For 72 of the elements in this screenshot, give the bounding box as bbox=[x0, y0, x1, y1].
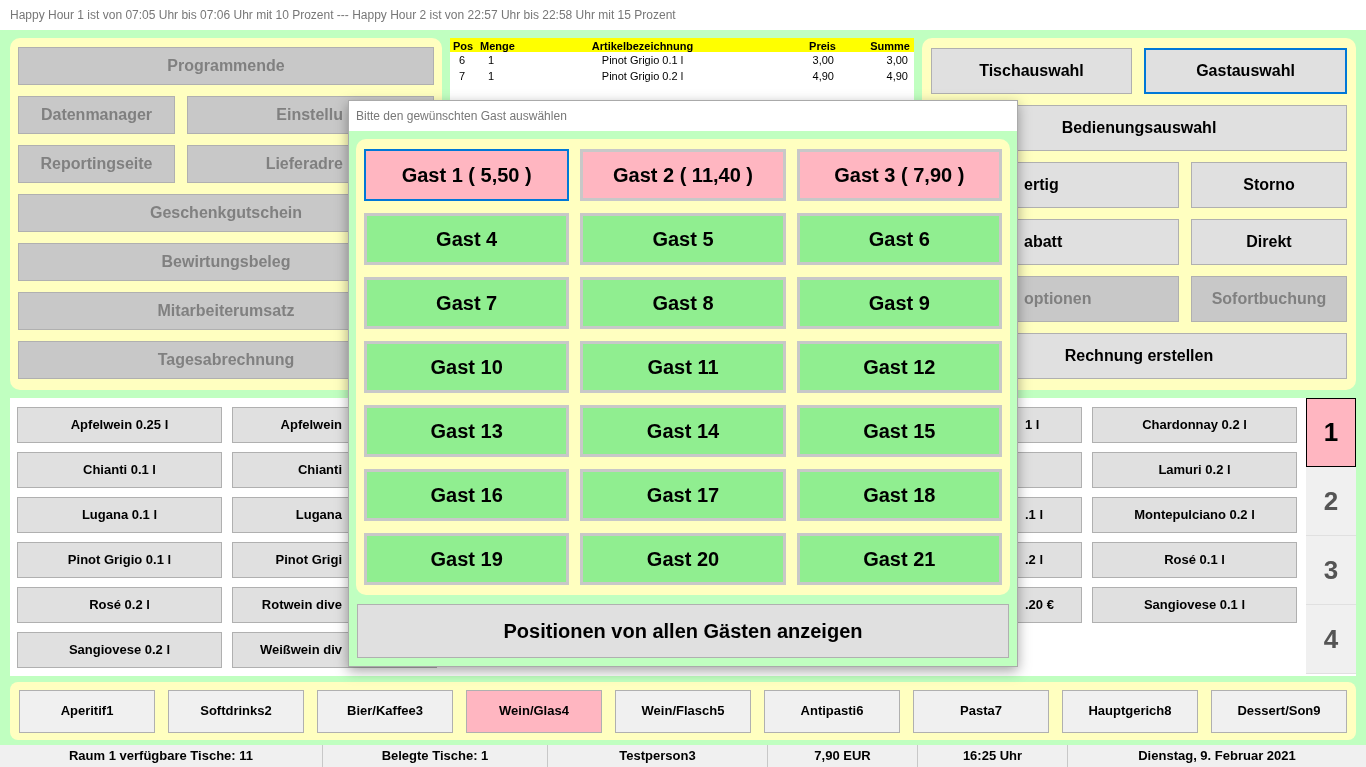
column-header: Preis bbox=[808, 39, 837, 54]
category-button[interactable]: Bier/Kaffee3 bbox=[317, 689, 453, 733]
article-button[interactable]: Rosé 0.2 l bbox=[17, 587, 222, 623]
action-button[interactable]: Gastauswahl bbox=[1144, 48, 1347, 94]
happy-hour-text: Happy Hour 1 ist von 07:05 Uhr bis 07:06 Uhr mit 10 Prozent --- Happy Hour 2 ist von 22:57 Uhr bis 22:58 Uhr mit 15 Prozent bbox=[10, 7, 676, 24]
guest-button[interactable]: Gast 16 bbox=[364, 469, 570, 521]
guest-button[interactable]: Gast 13 bbox=[364, 405, 570, 457]
article-button[interactable]: Sangiovese 0.1 l bbox=[1092, 587, 1297, 623]
article-button[interactable]: Chardonnay 0.2 l bbox=[1092, 407, 1297, 443]
table-cell-text: Pinot Grigio 0.2 l bbox=[600, 69, 685, 84]
column-header: Summe bbox=[869, 39, 911, 54]
table-cell-text: Pinot Grigio 0.1 l bbox=[600, 53, 685, 68]
show-all-guests-button[interactable]: Positionen von allen Gästen anzeigen bbox=[357, 604, 1009, 658]
guest-button[interactable]: Gast 3 ( 7,90 ) bbox=[796, 149, 1002, 201]
guest-button[interactable]: Gast 10 bbox=[364, 341, 570, 393]
table-cell-text: 1 bbox=[487, 53, 496, 68]
status-text: Belegte Tische: 1 bbox=[381, 747, 489, 766]
table-cell-text: 7 bbox=[458, 69, 467, 84]
guest-button[interactable]: Gast 12 bbox=[796, 341, 1002, 393]
article-button[interactable]: Lamuri 0.2 l bbox=[1092, 452, 1297, 488]
table-cell-text: 6 bbox=[458, 53, 467, 68]
article-button[interactable]: Rosé 0.1 l bbox=[1092, 542, 1297, 578]
action-button[interactable]: Storno bbox=[1191, 162, 1347, 208]
article-button[interactable]: Lugana 0.1 l bbox=[17, 497, 222, 533]
category-button[interactable]: Aperitif1 bbox=[19, 689, 155, 733]
column-header: Pos bbox=[452, 39, 475, 54]
table-cell-text: 3,00 bbox=[885, 53, 909, 68]
guest-button[interactable]: Gast 15 bbox=[796, 405, 1002, 457]
column-header: Artikelbezeichnung bbox=[590, 39, 695, 54]
article-button[interactable]: Montepulciano 0.2 l bbox=[1092, 497, 1297, 533]
status-text: Raum 1 verfügbare Tische: 11 bbox=[69, 747, 253, 766]
category-button[interactable]: Wein/Glas4 bbox=[466, 689, 602, 733]
guest-button[interactable]: Gast 17 bbox=[580, 469, 786, 521]
article-button[interactable]: Apfelwein 0.25 l bbox=[17, 407, 222, 443]
status-text: Testperson3 bbox=[619, 747, 696, 766]
table-cell-text: 3,00 bbox=[811, 53, 835, 68]
page-tab[interactable]: 4 bbox=[1306, 605, 1356, 674]
guest-button[interactable]: Gast 7 bbox=[364, 277, 570, 329]
category-button[interactable]: Hauptgerich8 bbox=[1062, 689, 1198, 733]
status-text: 7,90 EUR bbox=[814, 747, 871, 766]
guest-button[interactable]: Gast 5 bbox=[580, 213, 786, 265]
category-button[interactable]: Antipasti6 bbox=[764, 689, 900, 733]
page-tab[interactable]: 2 bbox=[1306, 467, 1356, 536]
status-text: Dienstag, 9. Februar 2021 bbox=[1138, 747, 1296, 766]
category-button[interactable]: Dessert/Son9 bbox=[1211, 689, 1347, 733]
table-cell-text: 4,90 bbox=[885, 69, 909, 84]
table-cell-text: 1 bbox=[487, 69, 496, 84]
page-tab[interactable]: 3 bbox=[1306, 536, 1356, 605]
guest-button[interactable]: Gast 19 bbox=[364, 533, 570, 585]
guest-button[interactable]: Gast 21 bbox=[796, 533, 1002, 585]
action-button[interactable]: Tischauswahl bbox=[931, 48, 1132, 94]
article-button[interactable]: Pinot Grigio 0.1 l bbox=[17, 542, 222, 578]
category-button[interactable]: Wein/Flasch5 bbox=[615, 689, 751, 733]
guest-button[interactable]: Gast 9 bbox=[796, 277, 1002, 329]
guest-button[interactable]: Gast 4 bbox=[364, 213, 570, 265]
column-header: Menge bbox=[480, 39, 516, 54]
guest-button[interactable]: Gast 1 ( 5,50 ) bbox=[364, 149, 570, 201]
guest-button[interactable]: Gast 6 bbox=[796, 213, 1002, 265]
table-cell-text: 4,90 bbox=[811, 69, 835, 84]
guest-button[interactable]: Gast 18 bbox=[796, 469, 1002, 521]
guest-button[interactable]: Gast 20 bbox=[580, 533, 786, 585]
guest-button[interactable]: Gast 8 bbox=[580, 277, 786, 329]
status-text: 16:25 Uhr bbox=[962, 747, 1023, 766]
guest-button[interactable]: Gast 14 bbox=[580, 405, 786, 457]
guest-button[interactable]: Gast 2 ( 11,40 ) bbox=[580, 149, 786, 201]
article-button[interactable]: Sangiovese 0.2 l bbox=[17, 632, 222, 668]
category-button[interactable]: Softdrinks2 bbox=[168, 689, 304, 733]
action-button[interactable]: Direkt bbox=[1191, 219, 1347, 265]
page-tab[interactable]: 1 bbox=[1306, 398, 1356, 467]
category-button[interactable]: Pasta7 bbox=[913, 689, 1049, 733]
article-button[interactable]: Chianti 0.1 l bbox=[17, 452, 222, 488]
guest-button[interactable]: Gast 11 bbox=[580, 341, 786, 393]
